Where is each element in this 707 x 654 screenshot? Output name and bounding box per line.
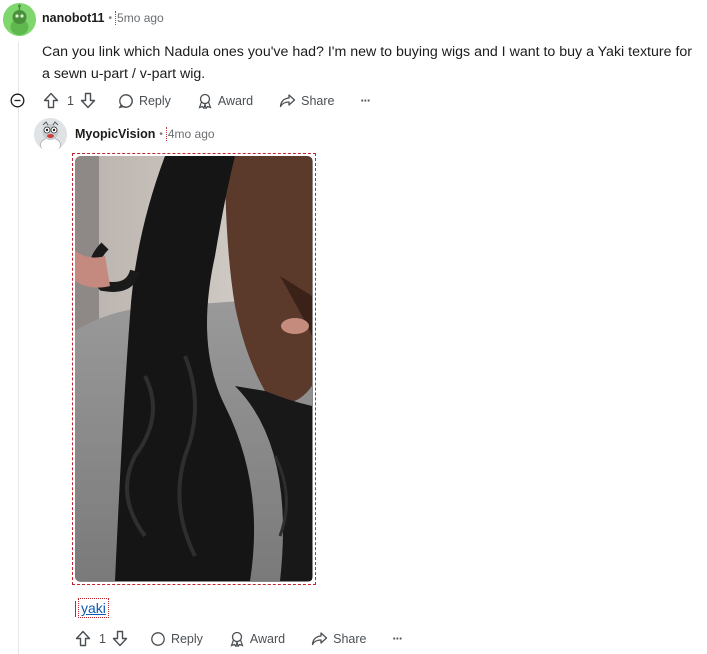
award-label: Award	[249, 631, 286, 646]
reply-icon	[118, 93, 133, 108]
more-options-button[interactable]: ···	[393, 632, 403, 646]
share-icon	[279, 93, 296, 107]
reply-button[interactable]: Reply	[118, 93, 171, 109]
more-options-button[interactable]: ···	[361, 94, 371, 108]
share-button[interactable]: Share	[279, 93, 335, 109]
link[interactable]: yaki	[78, 598, 109, 618]
reply-label: Reply	[170, 631, 203, 646]
vote-count: 1	[67, 93, 74, 108]
share-icon	[311, 631, 328, 645]
timestamp[interactable]: 4mo ago	[165, 127, 215, 141]
text-cursor	[75, 601, 76, 618]
award-label: Award	[217, 93, 254, 108]
comment-body: yaki	[75, 598, 109, 618]
award-icon	[198, 93, 212, 109]
timestamp[interactable]: 5mo ago	[115, 11, 164, 25]
reply-button[interactable]: Reply	[150, 631, 203, 647]
avatar[interactable]	[34, 118, 67, 151]
thread-line	[18, 42, 19, 654]
share-label: Share	[333, 631, 367, 646]
upvote-icon[interactable]	[75, 630, 91, 647]
upvote-icon[interactable]	[43, 92, 59, 109]
vote-count: 1	[99, 631, 106, 646]
vote-group: 1	[75, 630, 128, 647]
award-button[interactable]: Award	[197, 93, 253, 109]
downvote-icon[interactable]	[80, 92, 96, 109]
award-icon	[230, 631, 244, 647]
award-button[interactable]: Award	[229, 631, 285, 647]
meta-separator: •	[159, 128, 163, 140]
reply-label: Reply	[138, 93, 171, 108]
comment-meta: nanobot11 • 5mo ago	[42, 11, 164, 25]
photo	[75, 156, 313, 582]
avatar[interactable]	[3, 3, 36, 36]
author-name[interactable]: MyopicVision	[75, 127, 155, 141]
more-icon: ···	[360, 93, 371, 108]
collapse-icon[interactable]	[10, 93, 25, 108]
share-label: Share	[301, 93, 335, 108]
comment-actions: 1 Reply Award Share ···	[75, 630, 428, 647]
meta-separator: •	[108, 12, 113, 24]
comment-actions: 1 Reply Award Share ···	[43, 92, 396, 109]
share-button[interactable]: Share	[311, 631, 367, 647]
reply-icon	[151, 631, 165, 646]
comment-meta: MyopicVision • 4mo ago	[75, 127, 215, 141]
author-name[interactable]: nanobot11	[42, 11, 105, 25]
downvote-icon[interactable]	[112, 630, 128, 647]
comment-body: Can you link which Nadula ones you've ha…	[42, 44, 693, 82]
comment-image[interactable]	[72, 153, 316, 585]
vote-group: 1	[43, 92, 96, 109]
more-icon: ···	[392, 631, 403, 646]
